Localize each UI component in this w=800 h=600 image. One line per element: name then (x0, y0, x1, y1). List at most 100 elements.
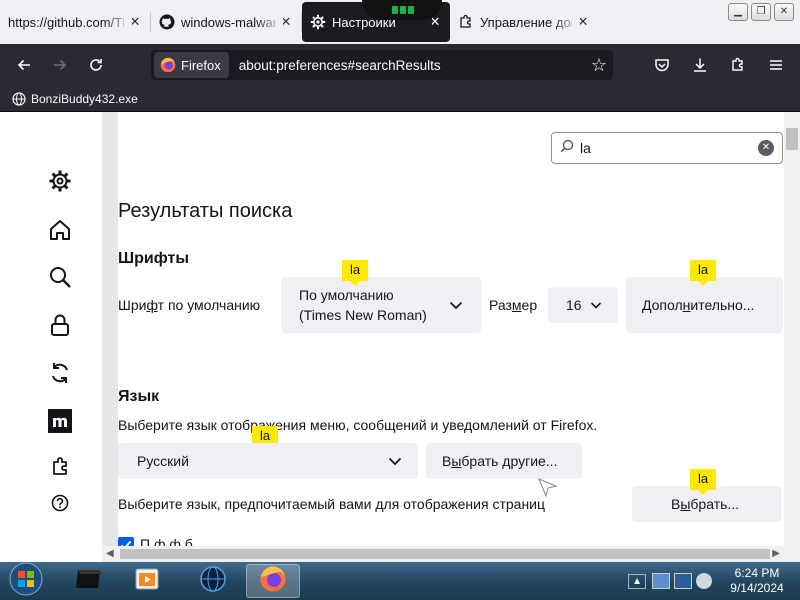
default-font-label: Шрифт по умолчанию (118, 297, 261, 313)
scroll-gutter (102, 112, 118, 549)
sidebar-item-sync[interactable] (46, 361, 74, 389)
clock-date: 9/14/2024 (730, 581, 784, 595)
back-icon[interactable] (6, 49, 42, 81)
tab-windows-malware[interactable]: windows-malware ✕ (151, 0, 301, 44)
tab-addons[interactable]: Управление допол ✕ (450, 0, 598, 44)
extensions-icon[interactable] (720, 49, 756, 81)
download-icon[interactable] (682, 49, 718, 81)
help-icon (51, 494, 69, 517)
search-highlight-badge: la (690, 260, 717, 286)
show-hidden-icons-icon[interactable]: ▲ (628, 573, 646, 589)
url-bar[interactable]: Firefox about:preferences#searchResults … (151, 50, 613, 80)
bookmarks-toolbar: BonziBuddy432.exe (0, 86, 800, 112)
windows-taskbar: ▲ 6:24 PM 9/14/2024 (0, 562, 800, 600)
clock-time: 6:24 PM (734, 566, 780, 580)
mouse-cursor-icon (538, 478, 558, 503)
identity-box[interactable]: Firefox (154, 52, 229, 78)
github-icon (159, 14, 175, 30)
scroll-right-icon[interactable]: ▶ (772, 548, 780, 559)
choose-other-languages-label: Выбрать другие... (442, 453, 558, 469)
reload-icon[interactable] (78, 49, 114, 81)
ui-language-value: Русский (137, 453, 189, 469)
bookmark-item[interactable]: BonziBuddy432.exe (31, 92, 138, 106)
vertical-scrollbar[interactable] (784, 112, 800, 549)
page-language-description: Выберите язык, предпочитаемый вами для о… (118, 496, 546, 512)
sidebar-item-support[interactable] (46, 491, 74, 519)
mozilla-m-icon (48, 408, 72, 438)
taskbar-app-globe[interactable] (186, 564, 240, 598)
restore-icon[interactable]: ❐ (751, 3, 771, 21)
close-window-icon[interactable]: ✕ (774, 3, 794, 21)
search-icon (560, 139, 574, 158)
tab-strip: https://github.com/TI ✕ windows-malware … (0, 0, 800, 44)
windows-logo-icon (9, 562, 43, 600)
taskbar-app-media-player[interactable] (120, 564, 174, 598)
camera-notch (362, 0, 442, 20)
font-size-value: 16 (566, 297, 582, 313)
font-size-select[interactable]: 16 (548, 287, 618, 323)
default-font-select[interactable]: По умолчанию (Times New Roman) (281, 277, 481, 333)
extension-icon (50, 456, 70, 481)
scrollbar-thumb[interactable] (120, 549, 770, 559)
firefox-logo-icon (160, 57, 176, 73)
tray-icon-volume[interactable] (696, 573, 712, 589)
lock-icon (48, 313, 72, 342)
sidebar-item-more-from-mozilla[interactable] (46, 408, 74, 438)
scrollbar-thumb[interactable] (786, 128, 798, 150)
sidebar-item-home[interactable] (46, 218, 74, 246)
gear-icon (310, 14, 326, 30)
close-icon[interactable]: ✕ (279, 14, 293, 30)
horizontal-scrollbar[interactable]: ◀ ▶ (102, 546, 800, 562)
search-icon (48, 265, 72, 294)
tab-label: windows-malware (181, 14, 275, 30)
extension-icon (458, 14, 474, 30)
close-icon[interactable]: ✕ (128, 14, 142, 30)
search-highlight-badge: la (342, 260, 369, 286)
default-font-value: По умолчанию (Times New Roman) (299, 287, 427, 323)
minimize-icon[interactable]: ▁ (728, 3, 748, 21)
tab-label: Управление допол (480, 14, 572, 30)
search-input-value[interactable]: la (580, 140, 758, 156)
close-icon[interactable]: ✕ (576, 14, 590, 30)
sidebar-item-general[interactable] (46, 169, 74, 197)
ui-language-select[interactable]: Русский (118, 443, 418, 479)
system-tray: ▲ 6:24 PM 9/14/2024 (628, 562, 800, 600)
window-controls: ▁ ❐ ✕ (722, 0, 800, 24)
sidebar-item-extensions[interactable] (46, 454, 74, 482)
navigation-toolbar: Firefox about:preferences#searchResults … (0, 44, 800, 86)
identity-label: Firefox (181, 57, 221, 73)
firefox-logo-icon (259, 565, 287, 598)
pocket-icon[interactable] (644, 49, 680, 81)
sidebar-item-search[interactable] (46, 265, 74, 293)
sidebar-item-privacy[interactable] (46, 313, 74, 341)
preferences-page: la ✕ Результаты поиска Шрифты Шрифт по у… (0, 112, 800, 562)
toolbar-right (644, 49, 794, 81)
taskbar-clock[interactable]: 6:24 PM 9/14/2024 (714, 566, 800, 596)
tray-icon-network[interactable] (652, 573, 670, 589)
taskbar-app-firefox[interactable] (246, 564, 300, 598)
bookmark-star-icon[interactable]: ☆ (591, 55, 607, 76)
advanced-fonts-label: Дополнительно... (642, 297, 755, 313)
language-description: Выберите язык отображения меню, сообщени… (118, 417, 598, 433)
tray-icon-display[interactable] (674, 573, 692, 589)
scroll-left-icon[interactable]: ◀ (106, 548, 114, 559)
choose-other-languages-button[interactable]: Выбрать другие... (426, 443, 582, 479)
home-icon (48, 218, 72, 247)
sync-icon (48, 361, 72, 390)
menu-icon[interactable] (758, 49, 794, 81)
tab-github-url[interactable]: https://github.com/TI ✕ (0, 0, 150, 44)
preferences-search-input[interactable]: la ✕ (551, 132, 783, 164)
fonts-heading: Шрифты (118, 250, 189, 267)
search-results-heading: Результаты поиска (118, 200, 293, 222)
terminal-icon (74, 566, 104, 597)
choose-page-languages-label: Выбрать... (671, 496, 740, 512)
tab-label: https://github.com/TI (8, 14, 124, 30)
language-heading: Язык (118, 388, 160, 405)
forward-icon[interactable] (42, 49, 78, 81)
globe-icon (199, 565, 227, 598)
clear-search-icon[interactable]: ✕ (758, 140, 774, 156)
start-button[interactable] (6, 562, 46, 600)
preferences-sidebar (0, 112, 102, 562)
url-text[interactable]: about:preferences#searchResults (239, 58, 591, 73)
taskbar-app-terminal[interactable] (62, 564, 116, 598)
